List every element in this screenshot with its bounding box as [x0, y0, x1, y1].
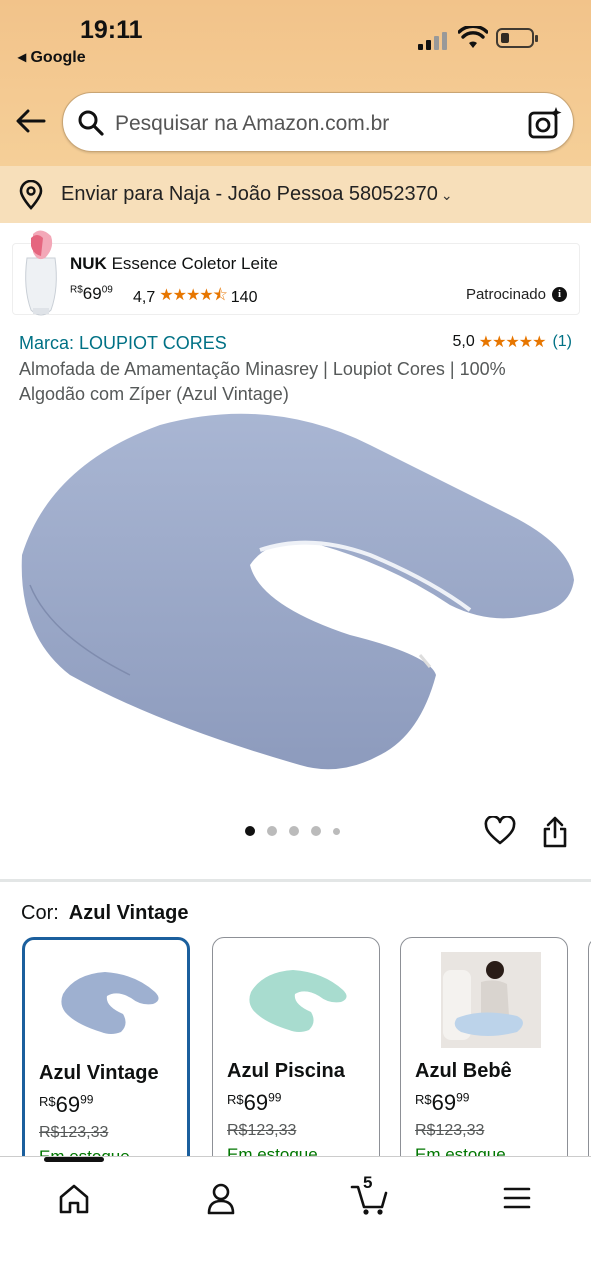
product-rating[interactable]: 5,0 ★★★★★ (1)	[452, 332, 572, 352]
color-option-price: R$6999	[39, 1092, 93, 1118]
price-currency: R$	[39, 1094, 56, 1109]
price-frac: 99	[80, 1092, 94, 1107]
carousel-dot[interactable]	[267, 826, 277, 836]
product-image[interactable]	[10, 405, 582, 785]
color-option-name: Azul Bebê	[415, 1060, 512, 1082]
selected-color: Azul Vintage	[68, 902, 189, 924]
chevron-down-icon: ⌄	[440, 187, 453, 203]
sponsored-text: Patrocinado	[465, 286, 546, 303]
delivery-location-bar[interactable]: Enviar para Naja - João Pessoa 58052370 ⌄	[0, 166, 591, 223]
sponsored-price: R$6909	[70, 284, 113, 304]
price-currency: R$	[70, 284, 83, 296]
variation-label: Cor: Azul Vintage	[21, 902, 188, 925]
search-input[interactable]: Pesquisar na Amazon.com.br	[115, 112, 389, 136]
info-icon[interactable]: i	[552, 287, 567, 302]
sponsored-brand: NUK	[70, 254, 107, 273]
wifi-icon	[458, 26, 488, 48]
product-title: Almofada de Amamentação Minasrey | Loupi…	[19, 359, 506, 404]
price-int: 69	[82, 284, 102, 303]
sponsored-rating: 4,7 ★★★★⯪ 140	[133, 284, 257, 311]
color-option-card[interactable]: Azul Vintage R$6999 R$123,33 Em estoque	[22, 937, 190, 1162]
delivery-address-label: Enviar para Naja - João Pessoa 58052370	[61, 183, 438, 205]
color-option-old-price: R$123,33	[227, 1122, 297, 1139]
brand-link[interactable]: Marca: LOUPIOT CORES	[19, 333, 227, 354]
color-option-image	[441, 952, 541, 1048]
sponsored-product-banner[interactable]: NUK Essence Coletor Leite R$6909 4,7 ★★★…	[12, 230, 580, 316]
location-pin-icon	[19, 180, 43, 210]
delivery-address[interactable]: Enviar para Naja - João Pessoa 58052370 ⌄	[61, 183, 453, 206]
search-icon	[78, 110, 104, 136]
color-option-price: R$6999	[415, 1090, 469, 1116]
sponsored-title-text: Essence Coletor Leite	[111, 254, 278, 273]
menu-icon[interactable]	[497, 1179, 537, 1217]
color-option-old-price: R$123,33	[39, 1124, 109, 1141]
color-option-name: Azul Piscina	[227, 1060, 345, 1082]
color-option-price: R$6999	[227, 1090, 281, 1116]
sponsored-product-image	[25, 230, 57, 316]
star-rating-icon: ★★★★⯪	[159, 287, 228, 304]
color-options: Azul Vintage R$6999 R$123,33 Em estoque …	[22, 937, 591, 1162]
carousel-dot[interactable]	[311, 826, 321, 836]
color-option-old-price: R$123,33	[415, 1122, 485, 1139]
back-arrow-icon[interactable]	[14, 104, 48, 138]
image-carousel-dots[interactable]	[245, 826, 340, 836]
sponsored-label[interactable]: Patrocinado i	[466, 286, 567, 303]
price-int: 69	[55, 1092, 81, 1117]
price-int: 69	[243, 1090, 269, 1115]
account-icon[interactable]	[201, 1179, 241, 1217]
share-icon[interactable]	[541, 815, 569, 849]
back-to-google-link[interactable]: ◂ Google	[18, 47, 86, 67]
cart-button[interactable]: 5	[350, 1173, 390, 1217]
status-time: 19:11	[80, 16, 143, 44]
search-bar[interactable]: Pesquisar na Amazon.com.br	[62, 92, 574, 152]
color-option-card[interactable]: Azul Piscina R$6999 R$123,33 Em estoque	[212, 937, 380, 1162]
scroll-indicator	[44, 1157, 104, 1162]
price-frac: 09	[101, 284, 113, 296]
star-rating-icon: ★★★★★	[478, 334, 547, 351]
review-count: 140	[230, 288, 258, 306]
carousel-dot[interactable]	[333, 827, 340, 835]
sponsored-title[interactable]: NUK Essence Coletor Leite	[70, 254, 278, 274]
camera-search-icon[interactable]	[527, 105, 563, 141]
product-rating-value: 5,0	[452, 333, 475, 350]
cart-count: 5	[363, 1173, 373, 1192]
rating-value: 4,7	[133, 288, 156, 306]
carousel-dot[interactable]	[245, 826, 255, 836]
carousel-dot[interactable]	[289, 826, 299, 836]
price-frac: 99	[268, 1090, 282, 1105]
price-int: 69	[431, 1090, 457, 1115]
home-icon[interactable]	[54, 1179, 94, 1217]
color-option-name: Azul Vintage	[39, 1062, 159, 1084]
app-header: 19:11 ◂ Google Pesquisar na Amazon.com.b…	[0, 0, 591, 166]
color-option-card[interactable]: Azul Bebê R$6999 R$123,33 Em estoque	[400, 937, 568, 1162]
color-option-image	[61, 972, 159, 1034]
color-label: Cor:	[21, 902, 59, 924]
battery-icon	[496, 28, 538, 48]
price-currency: R$	[415, 1092, 432, 1107]
product-review-count[interactable]: (1)	[552, 333, 572, 351]
color-option-image	[249, 970, 347, 1032]
section-divider	[0, 879, 591, 882]
cellular-signal-icon	[418, 30, 450, 50]
price-frac: 99	[456, 1090, 470, 1105]
price-currency: R$	[227, 1092, 244, 1107]
bottom-navigation: 5	[0, 1156, 591, 1280]
heart-icon[interactable]	[484, 816, 516, 846]
